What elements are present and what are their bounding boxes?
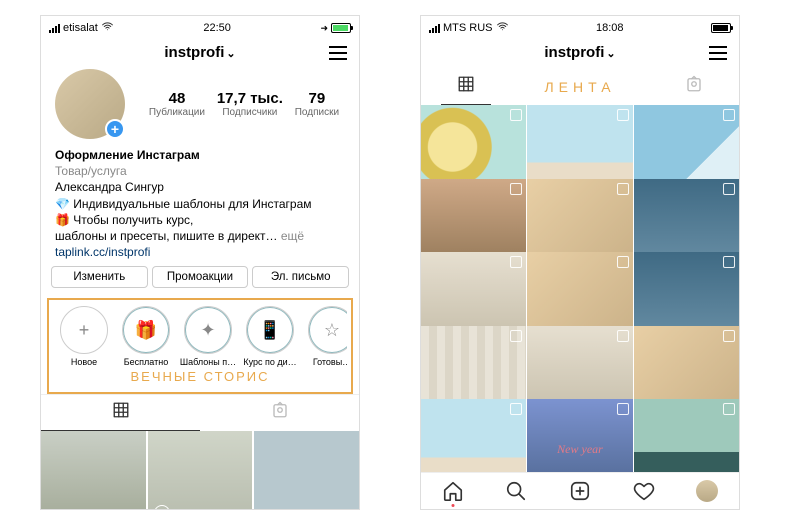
edit-profile-button[interactable]: Изменить (51, 266, 148, 288)
bottom-nav (421, 472, 739, 509)
nav-home[interactable] (442, 480, 464, 502)
star-icon: ☆ (324, 320, 340, 341)
status-bar: MTS RUS 18:08 (421, 16, 739, 38)
post-thumbnail[interactable]: New year (527, 399, 632, 472)
status-bar: etisalat 22:50 ➜ (41, 16, 359, 38)
profile-top: + 48Публикации 17,7 тыс.Подписчики 79Под… (41, 69, 359, 139)
profile-avatar[interactable]: + (55, 69, 125, 139)
wifi-icon (101, 20, 114, 36)
post-thumbnail[interactable]: ИСТОРИЯМОЕЙ МЕЧТЫ (148, 431, 253, 510)
status-right (711, 23, 731, 33)
add-story-badge[interactable]: + (105, 119, 125, 139)
signal-icon (429, 24, 440, 33)
status-left: etisalat (49, 20, 114, 36)
post-grid: ИСТОРИЯМОЕЙ МЕЧТЫ (41, 431, 359, 510)
profile-header: instprofi⌄ (421, 38, 739, 69)
highlight-item[interactable]: ✦Шаблоны п… (177, 306, 239, 367)
status-right: ➜ (320, 23, 351, 34)
status-time: 18:08 (596, 22, 624, 34)
phone-profile: etisalat 22:50 ➜ instprofi⌄ + 48Публикац… (40, 15, 360, 510)
bio-category: Товар/услуга (55, 163, 345, 179)
tab-tagged[interactable] (669, 69, 719, 105)
action-row: Изменить Промоакции Эл. письмо (41, 266, 359, 296)
profile-tabs (41, 394, 359, 431)
tab-tagged[interactable] (200, 395, 359, 431)
chevron-down-icon: ⌄ (606, 48, 615, 60)
bio-more[interactable]: ещё (281, 229, 304, 243)
highlight-item[interactable]: 🎁Бесплатно (115, 306, 177, 367)
post-grid: КАК ЗАМЕНИТЬ ФОН ШАБЛОНЫ БЕСПЛАТНО КОПИР… (421, 105, 739, 472)
post-thumbnail[interactable] (41, 431, 146, 510)
nav-activity[interactable] (633, 480, 655, 502)
header-username[interactable]: instprofi⌄ (164, 44, 235, 61)
email-button[interactable]: Эл. письмо (252, 266, 349, 288)
bio-line: шаблоны и пресеты, пишите в директ… ещё (55, 228, 345, 244)
phone-icon: 📱 (259, 320, 281, 341)
star-icon: ✦ (200, 320, 215, 341)
tab-grid[interactable] (41, 395, 200, 431)
bio-title: Оформление Инстаграм (55, 147, 345, 163)
highlights-row[interactable]: +Новое 🎁Бесплатно ✦Шаблоны п… 📱Курс по д… (53, 306, 347, 367)
menu-button[interactable] (329, 46, 347, 60)
status-left: MTS RUS (429, 20, 509, 36)
profile-bio: Оформление Инстаграм Товар/услуга Алекса… (41, 139, 359, 266)
story-overlay: ИСТОРИЯМОЕЙ МЕЧТЫ (154, 505, 230, 510)
stat-following[interactable]: 79Подписки (295, 90, 339, 118)
stat-posts[interactable]: 48Публикации (149, 90, 205, 118)
bio-name: Александра Сингур (55, 179, 345, 195)
gift-icon: 🎁 (135, 320, 157, 341)
highlight-new[interactable]: +Новое (53, 306, 115, 367)
nav-profile[interactable] (696, 480, 718, 502)
bio-line: 🎁 Чтобы получить курс, (55, 212, 345, 228)
carrier-label: etisalat (63, 22, 98, 34)
post-thumbnail[interactable]: ШАБЛОНЫ ИНСТРУКЦИЯ (421, 399, 526, 472)
highlights-caption: ВЕЧНЫЕ СТОРИС (53, 369, 347, 384)
post-thumbnail[interactable]: ШАБЛОНЫ БЕСПЛАТНО (634, 399, 739, 472)
wifi-icon (496, 20, 509, 36)
carrier-label: MTS RUS (443, 22, 493, 34)
feed-label: ЛЕНТА (491, 77, 669, 97)
bio-line: 💎 Индивидуальные шаблоны для Инстаграм (55, 196, 345, 212)
promotions-button[interactable]: Промоакции (152, 266, 249, 288)
stat-followers[interactable]: 17,7 тыс.Подписчики (217, 90, 283, 118)
battery-icon (331, 23, 351, 33)
nav-add[interactable] (569, 480, 591, 502)
profile-tabs: ЛЕНТА (421, 69, 739, 105)
chevron-down-icon: ⌄ (226, 48, 235, 60)
phone-feed: MTS RUS 18:08 instprofi⌄ ЛЕНТА КАК ЗАМЕН… (420, 15, 740, 510)
signal-icon (49, 24, 60, 33)
nav-search[interactable] (505, 480, 527, 502)
post-thumbnail[interactable] (254, 431, 359, 510)
highlight-item[interactable]: ☆Готовы… (301, 306, 347, 367)
header-username[interactable]: instprofi⌄ (544, 44, 615, 61)
highlight-item[interactable]: 📱Курс по ди… (239, 306, 301, 367)
status-time: 22:50 (203, 22, 231, 34)
battery-icon (711, 23, 731, 33)
bio-link[interactable]: taplink.cc/instprofi (55, 244, 345, 260)
profile-stats: 48Публикации 17,7 тыс.Подписчики 79Подпи… (143, 90, 345, 118)
tab-grid[interactable] (441, 69, 491, 105)
highlights-container: +Новое 🎁Бесплатно ✦Шаблоны п… 📱Курс по д… (47, 298, 353, 394)
profile-header: instprofi⌄ (41, 38, 359, 69)
menu-button[interactable] (709, 46, 727, 60)
